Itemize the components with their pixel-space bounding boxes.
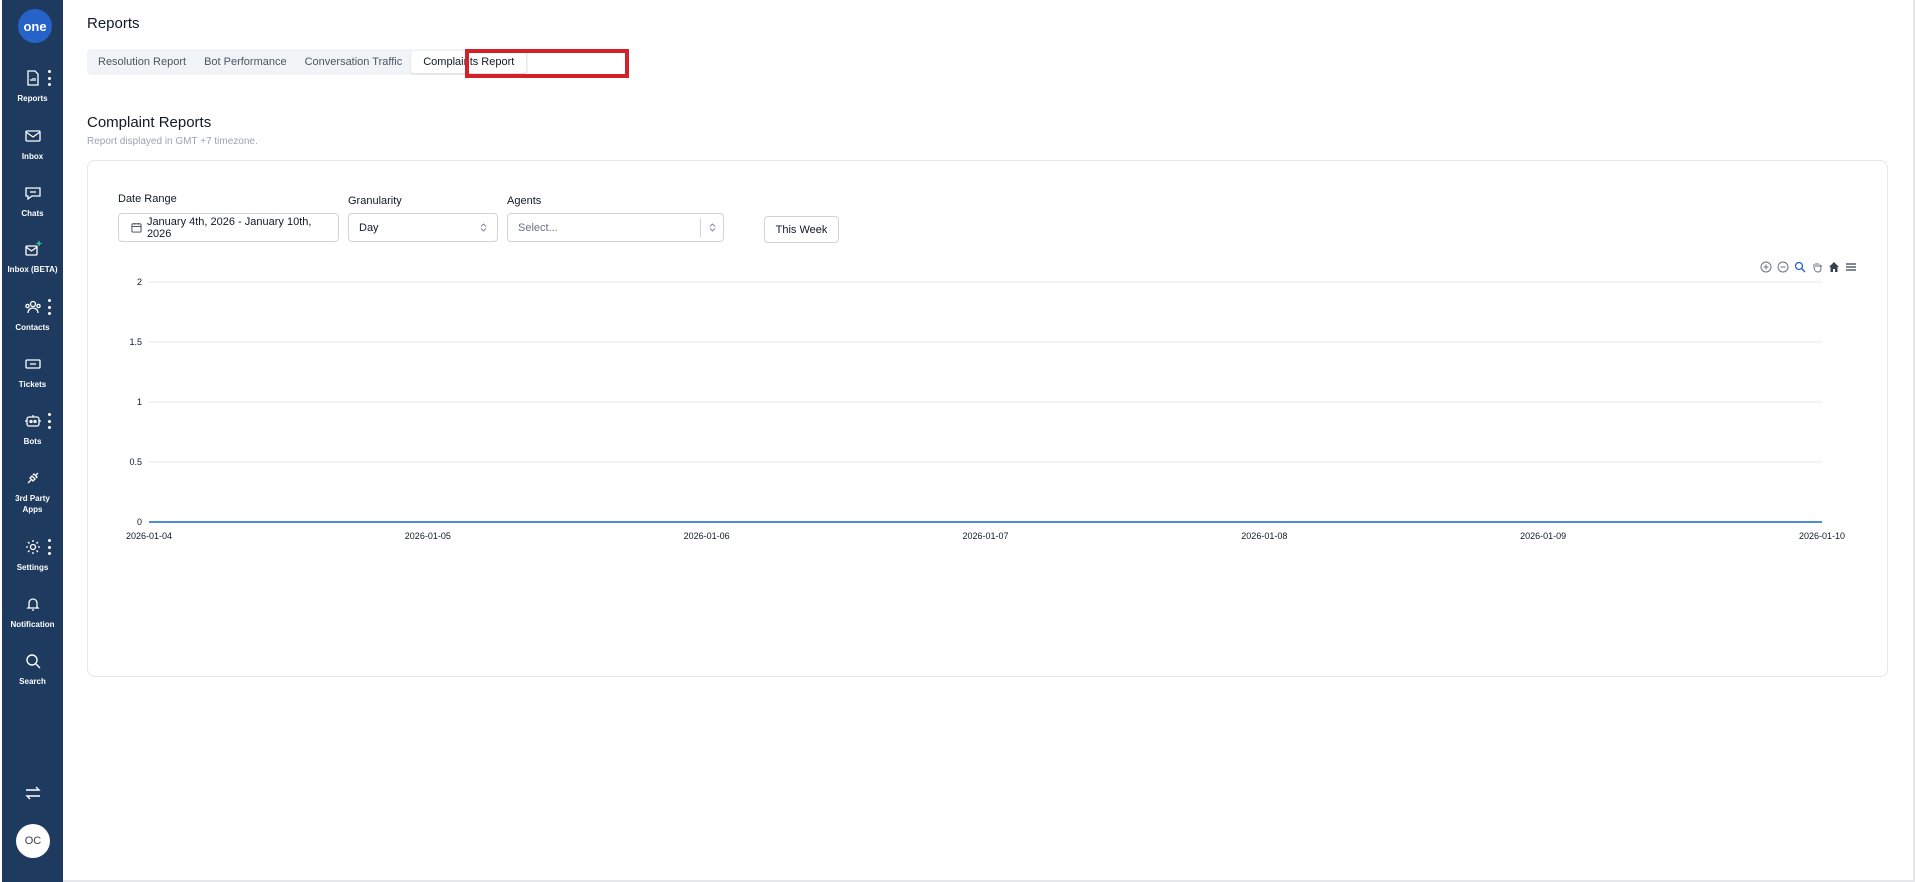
- avatar[interactable]: OC: [16, 824, 50, 858]
- report-card: Date Range January 4th, 2026 - January 1…: [87, 160, 1888, 677]
- sidebar-item-label: Bots: [23, 437, 42, 446]
- sidebar-item-tickets[interactable]: Tickets: [2, 355, 63, 390]
- kebab-icon[interactable]: [47, 413, 51, 429]
- sidebar-item-inbox-beta[interactable]: Inbox (BETA): [2, 240, 63, 275]
- bell-icon: [25, 598, 40, 611]
- mail-sparkle-icon: [24, 241, 41, 256]
- kebab-icon[interactable]: [47, 70, 51, 86]
- x-tick-label: 2026-01-07: [962, 531, 1008, 541]
- sidebar-item-label: Inbox (BETA): [7, 265, 58, 274]
- chat-icon: [24, 187, 41, 201]
- bot-icon: [24, 415, 41, 427]
- sidebar-item-chats[interactable]: Chats: [2, 184, 63, 219]
- tab-conversation-traffic[interactable]: Conversation Traffic: [296, 51, 412, 73]
- tab-resolution-report[interactable]: Resolution Report: [89, 51, 195, 73]
- section-subtitle: Report displayed in GMT +7 timezone.: [87, 136, 258, 147]
- sidebar-item-settings[interactable]: Settings: [2, 538, 63, 573]
- sidebar-item-reports[interactable]: Reports: [2, 69, 63, 104]
- gear-icon: [25, 540, 40, 554]
- y-tick-label: 1: [137, 397, 142, 407]
- y-tick-label: 0: [137, 517, 142, 527]
- sidebar-item-label: Notification: [10, 620, 55, 629]
- page-title: Reports: [87, 15, 140, 32]
- x-tick-label: 2026-01-04: [126, 531, 172, 541]
- y-tick-label: 1.5: [129, 337, 142, 347]
- section-title: Complaint Reports: [87, 114, 212, 131]
- complaints-chart: 2 1.5 1 0.5 0 2026-01-04 2026-01-05 2026-01-06 2…: [126, 277, 1845, 541]
- x-tick-label: 2026-01-09: [1520, 531, 1566, 541]
- main-content: Reports Resolution Report Bot Performanc…: [63, 0, 1915, 882]
- sidebar: one Reports Inbox Chats Inbox (BETA) Con…: [2, 0, 63, 882]
- sidebar-item-notification[interactable]: Notification: [2, 595, 63, 630]
- sidebar-item-label: Settings: [16, 563, 49, 572]
- switch-icon[interactable]: [23, 783, 43, 803]
- y-tick-label: 2: [137, 277, 142, 287]
- highlight-box: [465, 49, 629, 78]
- contacts-icon: [24, 300, 41, 314]
- sidebar-item-label: Tickets: [18, 380, 47, 389]
- sidebar-item-contacts[interactable]: Contacts: [2, 298, 63, 333]
- tab-bot-performance[interactable]: Bot Performance: [195, 51, 296, 73]
- sidebar-item-label: Search: [19, 677, 46, 686]
- sidebar-item-label: 3rd Party Apps: [15, 494, 50, 514]
- sidebar-item-label: Reports: [17, 94, 48, 103]
- x-tick-label: 2026-01-08: [1241, 531, 1287, 541]
- sidebar-item-label: Contacts: [15, 323, 50, 332]
- mail-icon: [24, 130, 41, 142]
- app-logo[interactable]: one: [18, 9, 52, 43]
- sidebar-item-label: Chats: [21, 209, 44, 218]
- sidebar-item-label: Inbox: [21, 152, 44, 161]
- y-tick-label: 0.5: [129, 457, 142, 467]
- report-icon: [26, 70, 39, 86]
- plug-icon: [27, 472, 38, 484]
- x-tick-label: 2026-01-05: [405, 531, 451, 541]
- sidebar-item-3rd-party-apps[interactable]: 3rd Party Apps: [2, 469, 63, 515]
- kebab-icon[interactable]: [47, 539, 51, 555]
- report-tabs: Resolution Report Bot Performance Conver…: [87, 49, 529, 75]
- x-tick-label: 2026-01-06: [684, 531, 730, 541]
- sidebar-item-inbox[interactable]: Inbox: [2, 127, 63, 162]
- search-icon: [25, 654, 40, 669]
- sidebar-item-search[interactable]: Search: [2, 652, 63, 687]
- x-tick-label: 2026-01-10: [1799, 531, 1845, 541]
- kebab-icon[interactable]: [47, 299, 51, 315]
- ticket-icon: [24, 359, 41, 369]
- sidebar-item-bots[interactable]: Bots: [2, 412, 63, 447]
